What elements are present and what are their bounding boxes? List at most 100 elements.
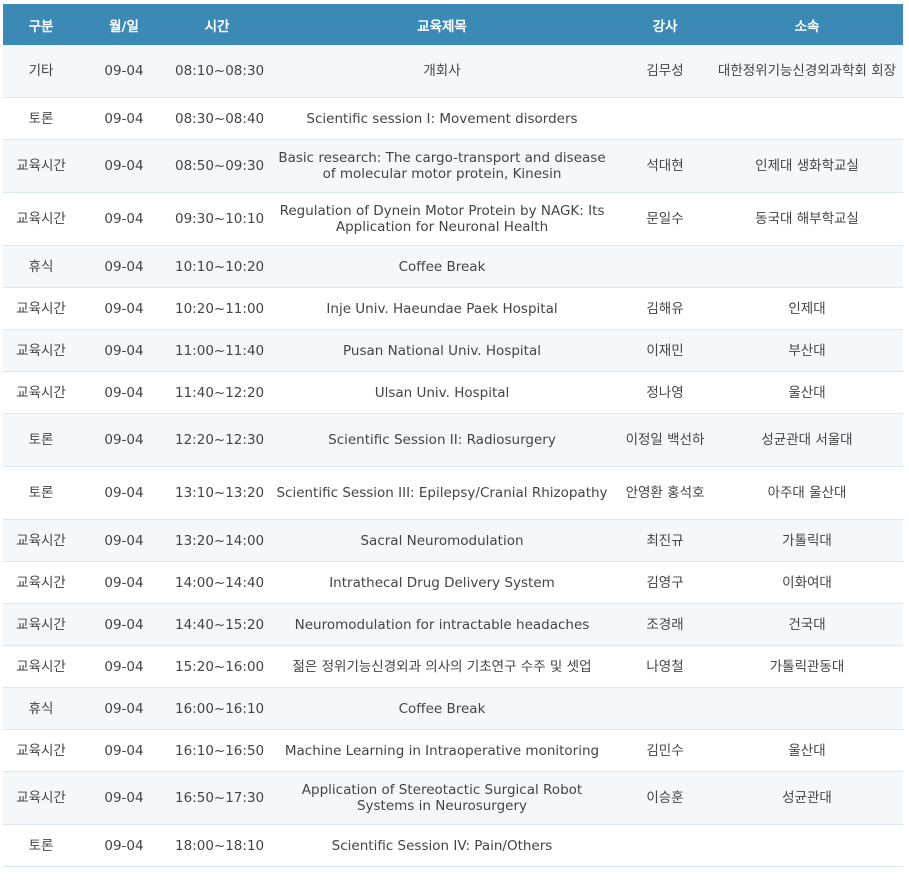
schedule-table: 구분 월/일 시간 교육제목 강사 소속 기타 09-04 08:10~08:30 개…	[3, 4, 903, 867]
cell-speaker: 이재민	[619, 329, 711, 372]
cell-title: Scientific Session II: Radiosurgery	[265, 413, 619, 467]
cell-time: 11:00~11:40	[169, 329, 265, 372]
cell-date: 09-04	[79, 561, 169, 604]
cell-title: Machine Learning in Intraoperative monit…	[265, 729, 619, 772]
cell-title: Scientific Session III: Epilepsy/Cranial…	[265, 466, 619, 520]
cell-speaker: 정나영	[619, 371, 711, 414]
table-row: 휴식 09-04 10:10~10:20 Coffee Break	[3, 245, 903, 288]
cell-affiliation: 울산대	[711, 371, 903, 414]
cell-speaker: 김민수	[619, 729, 711, 772]
cell-time: 13:20~14:00	[169, 519, 265, 562]
column-header-date: 월/일	[79, 4, 169, 45]
table-row: 토론 09-04 12:20~12:30 Scientific Session II:…	[3, 413, 903, 467]
cell-time: 18:00~18:10	[169, 824, 265, 867]
cell-affiliation: 이화여대	[711, 561, 903, 604]
cell-speaker: 김무성	[619, 45, 711, 98]
table-row: 교육시간 09-04 14:40~15:20 Neuromodulation for …	[3, 603, 903, 646]
cell-title: Inje Univ. Haeundae Paek Hospital	[265, 287, 619, 330]
table-row: 교육시간 09-04 09:30~10:10 Regulation of Dynein…	[3, 192, 903, 246]
table-row: 교육시간 09-04 11:00~11:40 Pusan National Univ.…	[3, 329, 903, 372]
column-header-title: 교육제목	[265, 4, 619, 45]
cell-time: 08:30~08:40	[169, 97, 265, 140]
cell-title: 젊은 정위기능신경외과 의사의 기초연구 수주 및 셋업	[265, 645, 619, 688]
cell-time: 16:00~16:10	[169, 687, 265, 730]
cell-date: 09-04	[79, 139, 169, 193]
cell-affiliation: 가톨릭대	[711, 519, 903, 562]
cell-title: Scientific session I: Movement disorders	[265, 97, 619, 140]
cell-affiliation: 건국대	[711, 603, 903, 646]
cell-category: 교육시간	[3, 771, 79, 825]
cell-category: 교육시간	[3, 287, 79, 330]
cell-speaker: 석대현	[619, 139, 711, 193]
cell-category: 토론	[3, 97, 79, 140]
table-row: 토론 09-04 18:00~18:10 Scientific Session IV:…	[3, 824, 903, 867]
table-row: 교육시간 09-04 14:00~14:40 Intrathecal Drug Del…	[3, 561, 903, 604]
cell-date: 09-04	[79, 97, 169, 140]
cell-speaker: 김해유	[619, 287, 711, 330]
table-row: 교육시간 09-04 16:50~17:30 Application of Stere…	[3, 771, 903, 825]
table-row: 교육시간 09-04 13:20~14:00 Sacral Neuromodulati…	[3, 519, 903, 562]
cell-speaker: 최진규	[619, 519, 711, 562]
table-row: 교육시간 09-04 08:50~09:30 Basic research: The …	[3, 139, 903, 193]
cell-date: 09-04	[79, 245, 169, 288]
column-header-time: 시간	[169, 4, 265, 45]
table-header: 구분 월/일 시간 교육제목 강사 소속	[3, 4, 903, 45]
header-row: 구분 월/일 시간 교육제목 강사 소속	[3, 4, 903, 45]
cell-time: 08:50~09:30	[169, 139, 265, 193]
cell-title: Coffee Break	[265, 687, 619, 730]
cell-affiliation: 성균관대	[711, 771, 903, 825]
cell-date: 09-04	[79, 287, 169, 330]
cell-title: Pusan National Univ. Hospital	[265, 329, 619, 372]
cell-speaker	[619, 245, 711, 288]
cell-time: 14:00~14:40	[169, 561, 265, 604]
cell-speaker: 이승훈	[619, 771, 711, 825]
cell-category: 휴식	[3, 687, 79, 730]
cell-category: 토론	[3, 413, 79, 467]
table-row: 교육시간 09-04 11:40~12:20 Ulsan Univ. Hospital…	[3, 371, 903, 414]
cell-category: 휴식	[3, 245, 79, 288]
cell-affiliation	[711, 824, 903, 867]
schedule-table-container: 구분 월/일 시간 교육제목 강사 소속 기타 09-04 08:10~08:30 개…	[3, 4, 903, 867]
cell-affiliation	[711, 687, 903, 730]
cell-affiliation: 성균관대 서울대	[711, 413, 903, 467]
cell-speaker	[619, 687, 711, 730]
cell-category: 교육시간	[3, 561, 79, 604]
column-header-affiliation: 소속	[711, 4, 903, 45]
cell-time: 11:40~12:20	[169, 371, 265, 414]
column-header-category: 구분	[3, 4, 79, 45]
cell-date: 09-04	[79, 371, 169, 414]
cell-speaker: 이정일 백선하	[619, 413, 711, 467]
cell-date: 09-04	[79, 687, 169, 730]
cell-category: 토론	[3, 466, 79, 520]
cell-category: 교육시간	[3, 603, 79, 646]
table-row: 토론 09-04 08:30~08:40 Scientific session I: …	[3, 97, 903, 140]
cell-speaker: 문일수	[619, 192, 711, 246]
cell-title: Coffee Break	[265, 245, 619, 288]
cell-time: 09:30~10:10	[169, 192, 265, 246]
cell-time: 10:10~10:20	[169, 245, 265, 288]
cell-category: 교육시간	[3, 645, 79, 688]
cell-category: 교육시간	[3, 139, 79, 193]
cell-date: 09-04	[79, 413, 169, 467]
cell-date: 09-04	[79, 329, 169, 372]
cell-date: 09-04	[79, 771, 169, 825]
cell-speaker: 나영철	[619, 645, 711, 688]
cell-category: 기타	[3, 45, 79, 98]
cell-title: Regulation of Dynein Motor Protein by NA…	[265, 192, 619, 246]
cell-affiliation	[711, 245, 903, 288]
cell-title: Application of Stereotactic Surgical Rob…	[265, 771, 619, 825]
table-row: 교육시간 09-04 16:10~16:50 Machine Learning in …	[3, 729, 903, 772]
cell-category: 교육시간	[3, 371, 79, 414]
cell-title: Ulsan Univ. Hospital	[265, 371, 619, 414]
cell-affiliation: 부산대	[711, 329, 903, 372]
cell-time: 14:40~15:20	[169, 603, 265, 646]
cell-speaker	[619, 97, 711, 140]
cell-affiliation	[711, 97, 903, 140]
cell-affiliation: 인제대 생화학교실	[711, 139, 903, 193]
column-header-speaker: 강사	[619, 4, 711, 45]
cell-affiliation: 인제대	[711, 287, 903, 330]
cell-affiliation: 가톨릭관동대	[711, 645, 903, 688]
cell-speaker	[619, 824, 711, 867]
cell-date: 09-04	[79, 645, 169, 688]
cell-category: 교육시간	[3, 729, 79, 772]
